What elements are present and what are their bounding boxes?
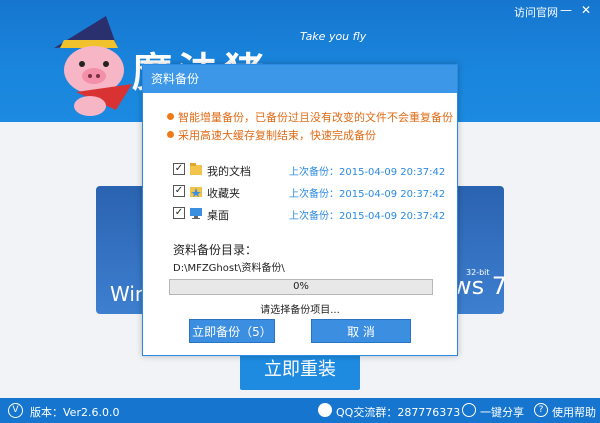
desktop-last-backup: 上次备份：2015-04-09 20:37:42 — [289, 211, 446, 222]
version-icon: V — [8, 403, 23, 418]
notice-text: 智能增量备份，已备份过且没有改变的文件不会重复备份 — [178, 111, 453, 124]
windows-7-bit-label: 32-bit — [466, 268, 490, 277]
desktop-checkbox[interactable]: ✓ — [173, 207, 185, 219]
help-link[interactable]: 使用帮助 — [552, 404, 596, 420]
favorites-last-backup: 上次备份：2015-04-09 20:37:42 — [289, 189, 446, 200]
documents-last-backup: 上次备份：2015-04-09 20:37:42 — [289, 167, 446, 178]
favorites-label: 收藏夹 — [207, 187, 240, 200]
documents-label: 我的文档 — [207, 165, 251, 178]
progress-percent: 0% — [293, 281, 309, 292]
notice-text: 采用高速大缓存复制结束，快速完成备份 — [178, 129, 376, 142]
bullet-dot-icon — [167, 113, 174, 120]
backup-now-button[interactable]: 立即备份（5） — [189, 319, 275, 343]
status-text: 请选择备份项目... — [260, 305, 340, 316]
backup-progress-bar: 0% — [169, 279, 433, 295]
backup-item-favorites: ✓ 收藏夹 上次备份：2015-04-09 20:37:42 — [173, 183, 453, 201]
desktop-icon — [190, 208, 202, 219]
backup-dir-label: 资料备份目录： — [173, 243, 258, 257]
backup-dialog: 资料备份 智能增量备份，已备份过且没有改变的文件不会重复备份 采用高速大缓存复制… — [142, 64, 458, 356]
desktop-label: 桌面 — [207, 209, 229, 222]
qq-group-label[interactable]: QQ交流群：287776373 — [336, 404, 460, 420]
close-button[interactable]: ✕ — [578, 2, 594, 18]
reinstall-now-button[interactable]: 立即重装 — [240, 350, 360, 390]
dialog-title[interactable]: 资料备份 — [143, 65, 457, 93]
share-icon — [462, 403, 476, 417]
backup-item-documents: ✓ 我的文档 上次备份：2015-04-09 20:37:42 — [173, 161, 453, 179]
footer: V 版本：Ver2.6.0.0 QQ交流群：287776373 一键分享 ? 使… — [0, 398, 600, 423]
documents-icon — [190, 163, 202, 175]
visit-website-link[interactable]: 访问官网 — [514, 4, 558, 20]
slogan: Take you fly — [300, 30, 367, 43]
qq-icon — [318, 403, 332, 417]
favorites-checkbox[interactable]: ✓ — [173, 185, 185, 197]
help-icon: ? — [534, 403, 548, 417]
app-window: 魔法猪 Take you fly 访问官网 — ✕ Win ws 7 32-bi… — [0, 0, 600, 423]
backup-item-desktop: ✓ 桌面 上次备份：2015-04-09 20:37:42 — [173, 205, 453, 223]
backup-dir-path: D:\MFZGhost\资料备份\ — [173, 263, 285, 274]
notice-incremental: 智能增量备份，已备份过且没有改变的文件不会重复备份 — [167, 109, 455, 125]
bullet-dot-icon — [167, 131, 174, 138]
share-link[interactable]: 一键分享 — [480, 404, 524, 420]
notice-cache: 采用高速大缓存复制结束，快速完成备份 — [167, 127, 455, 143]
documents-checkbox[interactable]: ✓ — [173, 163, 185, 175]
cancel-button[interactable]: 取 消 — [311, 319, 411, 343]
version-label: 版本：Ver2.6.0.0 — [30, 406, 120, 419]
favorites-icon — [190, 187, 202, 197]
minimize-button[interactable]: — — [558, 2, 574, 18]
pig-mascot-icon — [54, 16, 132, 116]
